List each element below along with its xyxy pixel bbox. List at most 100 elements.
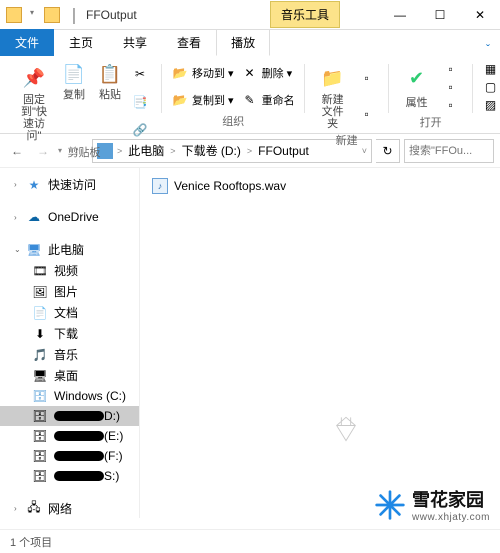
pc-icon: 🖥 [26,242,42,258]
context-tab-music[interactable]: 音乐工具 [270,1,340,28]
history-button[interactable]: ▫ [439,96,467,114]
ribbon-group-new: 📁 新建文件夹 ▫ ▫ 新建 [305,60,389,129]
selectall-button[interactable]: ▦全部选择 [479,60,500,78]
file-name: Venice Rooftops.wav [174,179,286,193]
explorer-body: ›★快速访问 ›☁OneDrive ⌄🖥此电脑 🎞视频 🖼图片 📄文档 ⬇下载 … [0,168,500,518]
shortcut-button[interactable]: 🔗 [128,121,156,139]
search-input[interactable] [404,139,494,163]
tree-desktop[interactable]: 🖥桌面 [0,365,139,386]
paste-button[interactable]: 📋 粘贴 [92,60,128,144]
redacted-label [54,471,104,481]
expand-icon[interactable]: › [14,504,24,513]
tree-network[interactable]: ›🖧网络 [0,498,139,518]
tree-fdrive[interactable]: 🗄(F:) [0,446,139,466]
copy-button[interactable]: 📄 复制 [56,60,92,144]
tree-cdrive[interactable]: 🗄Windows (C:) [0,386,139,406]
network-icon: 🖧 [26,501,42,517]
group-organize-label: 组织 [222,113,244,129]
moveto-icon: 📂 [172,65,188,81]
redacted-label [54,431,104,441]
tab-home[interactable]: 主页 [54,29,108,56]
nav-tree[interactable]: ›★快速访问 ›☁OneDrive ⌄🖥此电脑 🎞视频 🖼图片 📄文档 ⬇下载 … [0,168,140,518]
music-icon: 🎵 [32,347,48,363]
breadcrumb-seg-0[interactable]: 此电脑 [124,142,168,159]
drive-icon: 🗄 [32,448,48,464]
expand-icon[interactable]: › [14,180,24,189]
ribbon-tabs: 文件 主页 共享 查看 播放 ˇ [0,30,500,56]
easyaccess-button[interactable]: ▫ [355,105,383,123]
nav-recent-icon[interactable]: ▾ [58,146,62,155]
tree-onedrive[interactable]: ›☁OneDrive [0,207,139,227]
moveto-button[interactable]: 📂移动到 ▾ [168,64,238,82]
minimize-button[interactable]: — [380,0,420,30]
open-button[interactable]: ▫ [439,60,467,78]
copy-icon: 📄 [62,62,86,86]
tab-view[interactable]: 查看 [162,29,216,56]
expand-icon[interactable]: ⌄ [14,245,24,254]
chevron-icon[interactable]: > [245,146,254,156]
tree-pictures[interactable]: 🖼图片 [0,281,139,302]
tab-share[interactable]: 共享 [108,29,162,56]
tree-edrive[interactable]: 🗄(E:) [0,426,139,446]
title-bar: ▾ ｜ FFOutput 音乐工具 — ☐ ✕ [0,0,500,30]
ribbon: 📌 固定到"快速访问" 📄 复制 📋 粘贴 ✂ 📑 🔗 剪贴板 📂移动到 ▾ [0,56,500,134]
tree-documents[interactable]: 📄文档 [0,302,139,323]
paste-label: 粘贴 [99,86,121,102]
group-open-label: 打开 [420,114,442,130]
tree-video[interactable]: 🎞视频 [0,260,139,281]
tab-file[interactable]: 文件 [0,29,54,56]
tree-thispc[interactable]: ⌄🖥此电脑 [0,239,139,260]
selectall-icon: ▦ [483,61,499,77]
documents-icon: 📄 [32,305,48,321]
selectinvert-icon: ▨ [483,97,499,113]
rename-label: 重命名 [262,92,295,108]
tree-music[interactable]: 🎵音乐 [0,344,139,365]
ribbon-group-clipboard: 📌 固定到"快速访问" 📄 复制 📋 粘贴 ✂ 📑 🔗 剪贴板 [6,60,162,129]
selectinvert-button[interactable]: ▨反向选择 [479,96,500,114]
copy-label: 复制 [63,86,85,102]
edit-button[interactable]: ▫ [439,78,467,96]
tab-play[interactable]: 播放 [216,29,270,56]
drive-icon: 🗄 [32,408,48,424]
refresh-button[interactable]: ↻ [376,139,400,163]
pin-quickaccess-button[interactable]: 📌 固定到"快速访问" [12,60,56,144]
group-clipboard-label: 剪贴板 [68,144,101,160]
delete-icon: ✕ [242,65,258,81]
copyto-button[interactable]: 📂复制到 ▾ [168,91,238,109]
history-icon: ▫ [443,97,459,113]
newitem-button[interactable]: ▫ [355,69,383,87]
ribbon-expand-button[interactable]: ˇ [476,42,500,56]
properties-button[interactable]: ✔ 属性 [395,60,439,114]
chevron-icon[interactable]: > [168,146,177,156]
cut-button[interactable]: ✂ [128,65,156,83]
chevron-icon[interactable]: > [115,146,124,156]
expand-icon[interactable]: › [14,213,24,222]
newfolder-button[interactable]: 📁 新建文件夹 [311,60,355,132]
redacted-label [54,411,104,421]
drive-icon: 🗄 [32,388,48,404]
list-item[interactable]: ♪ Venice Rooftops.wav [148,176,492,196]
rename-button[interactable]: ✎重命名 [238,91,299,109]
properties-icon: ✔ [401,62,433,94]
tree-quickaccess[interactable]: ›★快速访问 [0,174,139,195]
tree-sdrive[interactable]: 🗄S:) [0,466,139,486]
copyto-icon: 📂 [172,92,188,108]
selectnone-button[interactable]: ▢全部取消 [479,78,500,96]
breadcrumb-seg-1[interactable]: 下载卷 (D:) [178,142,245,159]
breadcrumb-seg-2[interactable]: FFOutput [254,144,313,158]
delete-button[interactable]: ✕删除 ▾ [238,64,299,82]
status-bar: 1 个项目 [0,529,500,553]
star-icon: ★ [26,177,42,193]
pin-icon: 📌 [18,62,50,94]
maximize-button[interactable]: ☐ [420,0,460,30]
tree-ddrive[interactable]: 🗄D:) [0,406,139,426]
qat-dropdown-icon[interactable]: ▾ [30,8,34,17]
copyto-label: 复制到 ▾ [192,92,234,108]
file-list[interactable]: ♪ Venice Rooftops.wav [140,168,500,518]
breadcrumb-dropdown-icon[interactable]: ˅ [362,146,367,156]
copypath-button[interactable]: 📑 [128,93,156,111]
close-button[interactable]: ✕ [460,0,500,30]
edit-icon: ▫ [443,79,459,95]
tree-downloads[interactable]: ⬇下载 [0,323,139,344]
diamond-watermark [332,415,360,443]
